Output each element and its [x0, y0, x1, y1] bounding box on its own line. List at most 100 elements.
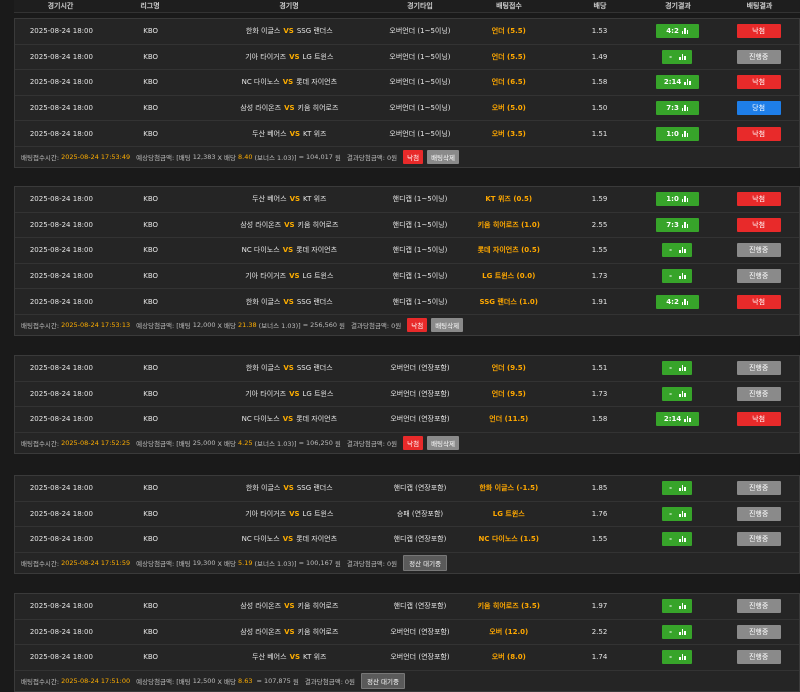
score-button[interactable]: 7:3	[655, 101, 699, 116]
score-button[interactable]: -	[662, 532, 693, 547]
match-type: 오버언더 (1~5이닝)	[389, 27, 451, 36]
odds-value: 1.51	[591, 364, 608, 373]
score-button[interactable]: 2:14	[655, 412, 699, 427]
match-name: 삼성 라이온즈 VS 키움 히어로즈	[194, 594, 386, 619]
expected-label: 예상당첨금액: [배팅	[136, 154, 191, 163]
bet-datetime: 2025-08-24 17:51:00	[61, 676, 131, 685]
away-team: 키움 히어로즈	[297, 602, 339, 611]
bet-datetime: 2025-08-24 17:53:13	[61, 321, 131, 330]
league-name: KBO	[143, 509, 159, 518]
match-type: 오버언더 (연장포함)	[390, 415, 450, 424]
league-name: KBO	[143, 220, 159, 229]
score-button[interactable]: -	[662, 386, 693, 401]
odds-value: 1.53	[591, 27, 608, 36]
home-team: 두산 베어스	[252, 195, 287, 204]
result-amount: 0원	[391, 322, 402, 331]
match-type: 오버언더 (1~5이닝)	[389, 52, 451, 61]
match-result: 2:14	[636, 70, 718, 95]
match-result: -	[636, 502, 718, 527]
match-time: 2025-08-24 18:00	[29, 602, 93, 611]
header-league: 리그명	[140, 2, 160, 10]
bet-status-badge: 낙첨	[736, 217, 781, 232]
score-text: 2:14	[663, 78, 682, 87]
score-button[interactable]: -	[662, 506, 693, 521]
vs-label: VS	[289, 389, 300, 398]
match-time: 2025-08-24 18:00	[29, 129, 93, 138]
delete-bet-button[interactable]: 배팅삭제	[431, 318, 464, 333]
league-name: KBO	[143, 627, 159, 636]
result-amount: 0원	[344, 677, 356, 686]
home-team: 삼성 라이온즈	[240, 220, 282, 229]
score-button[interactable]: -	[662, 269, 693, 284]
expected-amount: 256,560	[310, 321, 338, 330]
bet-summary: 배팅접수시간: 2025-08-24 17:53:13 예상당첨금액: [배팅 …	[15, 315, 799, 335]
bet-result: 진행중	[718, 620, 799, 645]
score-button[interactable]: 1:0	[655, 126, 699, 141]
score-text: 1:0	[666, 195, 679, 204]
bet-result: 낙첨	[718, 121, 799, 146]
delete-bet-button[interactable]: 배팅삭제	[427, 150, 459, 165]
table-header: 경기시간 리그명 경기명 경기타입 배팅접수 배당 경기결과 배팅결과	[14, 0, 800, 13]
match-name: 한화 이글스 VS SSG 랜더스	[194, 356, 386, 381]
bet-pick: NC 다이노스 (1.5)	[478, 535, 539, 544]
score-button[interactable]: 2:14	[655, 75, 699, 90]
match-time: 2025-08-24 18:00	[29, 272, 93, 281]
table-row: 2025-08-24 18:00 KBO 삼성 라이온즈 VS 키움 히어로즈 …	[15, 620, 799, 646]
score-button[interactable]: -	[662, 49, 693, 64]
bet-pick: LG 트윈스	[492, 509, 525, 518]
score-button[interactable]: -	[662, 481, 693, 496]
table-row: 2025-08-24 18:00 KBO 두산 베어스 VS KT 위즈 핸디캡…	[15, 187, 799, 213]
match-result: 1:0	[636, 187, 718, 212]
bet-result: 진행중	[718, 45, 799, 70]
home-team: 한화 이글스	[245, 27, 281, 36]
expected-amount: 107,875	[263, 676, 291, 685]
away-team: 롯데 자이언츠	[296, 246, 338, 255]
score-button[interactable]: -	[662, 599, 693, 614]
odds-value: 1.73	[591, 272, 608, 281]
table-row: 2025-08-24 18:00 KBO 삼성 라이온즈 VS 키움 히어로즈 …	[15, 96, 799, 122]
table-row: 2025-08-24 18:00 KBO 삼성 라이온즈 VS 키움 히어로즈 …	[15, 213, 799, 239]
match-name: 삼성 라이온즈 VS 키움 히어로즈	[194, 620, 386, 645]
score-button[interactable]: -	[662, 361, 693, 376]
equals-sign: =	[298, 438, 305, 447]
bet-result: 진행중	[718, 594, 799, 619]
home-team: 기아 타이거즈	[245, 272, 287, 281]
score-text: -	[669, 364, 673, 373]
match-type: 오버언더 (1~5이닝)	[389, 104, 451, 113]
match-result: 1:0	[636, 121, 718, 146]
table-row: 2025-08-24 18:00 KBO 한화 이글스 VS SSG 랜더스 핸…	[15, 289, 799, 315]
bet-pick: 오버 (12.0)	[489, 627, 529, 636]
score-button[interactable]: 1:0	[655, 192, 699, 207]
odds-value: 1.58	[591, 78, 608, 87]
league-name: KBO	[143, 389, 159, 398]
vs-label: VS	[283, 484, 294, 493]
score-button[interactable]: -	[662, 624, 693, 639]
score-text: -	[669, 602, 673, 611]
score-button[interactable]: -	[662, 650, 693, 665]
match-time: 2025-08-24 18:00	[29, 415, 93, 424]
away-team: 키움 히어로즈	[297, 104, 339, 113]
delete-bet-button[interactable]: 배팅삭제	[427, 435, 459, 450]
bar-chart-icon	[681, 298, 689, 305]
header-bet-result: 배팅결과	[746, 2, 773, 10]
match-name: 삼성 라이온즈 VS 키움 히어로즈	[194, 96, 386, 121]
league-name: KBO	[143, 602, 159, 611]
match-type: 핸디캡 (1~5이닝)	[392, 272, 448, 281]
league-name: KBO	[143, 364, 159, 373]
table-row: 2025-08-24 18:00 KBO 삼성 라이온즈 VS 키움 히어로즈 …	[15, 594, 799, 620]
stake-amount: 12,500	[192, 676, 216, 685]
score-text: 2:14	[663, 415, 682, 424]
bet-pick: SSG 랜더스 (1.0)	[479, 297, 538, 306]
bar-chart-icon	[679, 603, 686, 610]
score-button[interactable]: 7:3	[655, 217, 699, 232]
score-button[interactable]: -	[662, 243, 693, 258]
bet-status-badge: 낙첨	[736, 75, 781, 90]
match-result: -	[636, 382, 718, 407]
league-name: KBO	[143, 78, 159, 87]
score-button[interactable]: 4:2	[655, 294, 699, 309]
score-button[interactable]: 4:2	[655, 24, 699, 39]
settle-state-badge: 낙첨	[407, 318, 428, 333]
currency-unit: 원	[292, 677, 299, 686]
match-time: 2025-08-24 18:00	[29, 297, 93, 306]
match-type: 핸디캡 (1~5이닝)	[392, 297, 448, 306]
